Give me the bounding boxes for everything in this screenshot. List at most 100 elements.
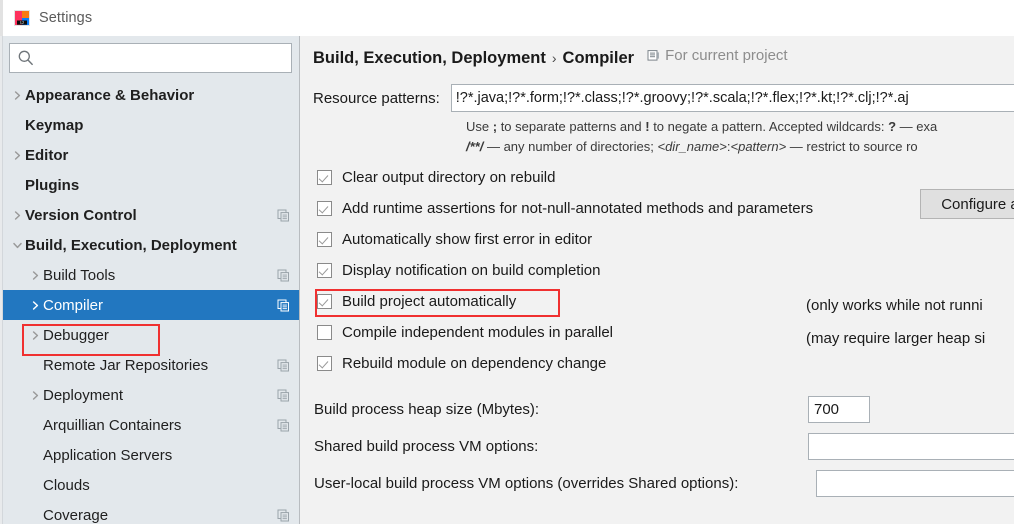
breadcrumb-parent[interactable]: Build, Execution, Deployment [313, 49, 546, 68]
checkbox-row[interactable]: Rebuild module on dependency change [317, 348, 1014, 379]
sidebar-item-label: Application Servers [43, 446, 173, 464]
sidebar-item-coverage[interactable]: Coverage [0, 500, 300, 524]
sidebar-left-edge [0, 36, 3, 524]
hint-dirname: <dir_name> [657, 139, 727, 154]
sidebar-item-clouds[interactable]: Clouds [0, 470, 300, 500]
window-title: Settings [39, 10, 93, 26]
sidebar-item-label: Coverage [43, 506, 109, 524]
configure-annotations-button[interactable]: Configure a [920, 189, 1014, 219]
checkbox-label: Automatically show first error in editor [342, 231, 593, 248]
chevron-right-icon[interactable] [10, 208, 25, 223]
hint-globstar: /**/ [466, 139, 484, 154]
sidebar-item-label: Plugins [25, 176, 80, 194]
chevron-right-icon[interactable] [28, 328, 43, 343]
field-row: Build process heap size (Mbytes): [314, 391, 1014, 428]
chevron-right-icon[interactable] [28, 268, 43, 283]
sidebar-item-label: Build, Execution, Deployment [25, 236, 237, 254]
checkbox-label: Rebuild module on dependency change [342, 355, 607, 372]
sidebar-item-remote-jar-repositories[interactable]: Remote Jar Repositories [0, 350, 300, 380]
chevron-right-icon[interactable] [28, 388, 43, 403]
field-input-userlocal[interactable] [816, 470, 1014, 497]
project-scope-icon [277, 389, 290, 402]
search-box[interactable] [9, 43, 292, 73]
checkbox-label: Display notification on build completion [342, 262, 601, 279]
checkbox-add-runtime-assertions-for-not-null-annotated-methods-and-parameters[interactable] [317, 201, 332, 216]
sidebar-item-label: Keymap [25, 116, 84, 134]
chevron-down-icon[interactable] [10, 238, 25, 253]
resource-patterns-hint-line2: /**/ — any number of directories; <dir_n… [466, 139, 918, 154]
resource-patterns-label: Resource patterns: [313, 89, 440, 107]
checkbox-automatically-show-first-error-in-editor[interactable] [317, 232, 332, 247]
search-icon [16, 48, 36, 68]
sidebar-item-keymap[interactable]: Keymap [0, 110, 300, 140]
resource-patterns-hint-line1: Use ; to separate patterns and ! to nega… [466, 119, 937, 134]
field-input-heap[interactable] [808, 396, 870, 423]
sidebar-item-version-control[interactable]: Version Control [0, 200, 300, 230]
hint-question: ? [888, 119, 897, 134]
checkbox-row[interactable]: Add runtime assertions for not-null-anno… [317, 193, 1014, 224]
search-input[interactable] [36, 50, 280, 66]
tree-arrow-placeholder [10, 178, 25, 193]
chevron-right-icon[interactable] [28, 298, 43, 313]
resource-patterns-input[interactable] [450, 84, 1014, 112]
sidebar-item-editor[interactable]: Editor [0, 140, 300, 170]
checkbox-row[interactable]: Automatically show first error in editor [317, 224, 1014, 255]
hint-text-a: Use [466, 119, 493, 134]
sidebar-item-label: Version Control [25, 206, 137, 224]
project-scope-badge: For current project [647, 47, 788, 64]
sidebar-item-label: Remote Jar Repositories [43, 356, 209, 374]
project-scope-icon [277, 269, 290, 282]
sidebar-item-build-tools[interactable]: Build Tools [0, 260, 300, 290]
sidebar-item-appearance-behavior[interactable]: Appearance & Behavior [0, 80, 300, 110]
sidebar-item-label: Appearance & Behavior [25, 86, 195, 104]
checkbox-label: Build project automatically [342, 293, 517, 310]
sidebar-item-debugger[interactable]: Debugger [0, 320, 300, 350]
sidebar-item-plugins[interactable]: Plugins [0, 170, 300, 200]
title-bar: IJ Settings [0, 0, 1014, 36]
checkbox-row[interactable]: Clear output directory on rebuild [317, 162, 1014, 193]
checkbox-row[interactable]: Display notification on build completion [317, 255, 1014, 286]
chevron-right-icon[interactable] [10, 88, 25, 103]
field-label: User-local build process VM options (ove… [314, 475, 739, 492]
sidebar-item-build-execution-deployment[interactable]: Build, Execution, Deployment [0, 230, 300, 260]
tree-arrow-placeholder [28, 418, 43, 433]
field-input-shared[interactable] [808, 433, 1014, 460]
sidebar-item-deployment[interactable]: Deployment [0, 380, 300, 410]
project-scope-icon [277, 509, 290, 522]
title-bar-edge [0, 0, 3, 36]
settings-tree: Appearance & Behavior Keymap Editor Plugins… [0, 80, 300, 524]
checkbox-display-notification-on-build-completion[interactable] [317, 263, 332, 278]
sidebar-item-label: Editor [25, 146, 69, 164]
sidebar-item-compiler[interactable]: Compiler [0, 290, 300, 320]
checkbox-build-project-automatically[interactable] [317, 294, 332, 309]
project-scope-icon [277, 359, 290, 372]
field-label: Build process heap size (Mbytes): [314, 401, 540, 418]
chevron-right-icon[interactable] [10, 148, 25, 163]
breadcrumb-separator: › [551, 50, 557, 66]
sidebar-item-application-servers[interactable]: Application Servers [0, 440, 300, 470]
hint-text-c: to negate a pattern. Accepted wildcards: [649, 119, 889, 134]
hint2-text-b: — any number of directories; [483, 139, 658, 154]
hint2-text-d: — restrict to source ro [786, 139, 918, 154]
intellij-idea-logo-icon: IJ [14, 10, 30, 26]
breadcrumb-current: Compiler [562, 49, 635, 67]
sidebar-item-label: Debugger [43, 326, 109, 344]
checkbox-clear-output-directory-on-rebuild[interactable] [317, 170, 332, 185]
project-scope-label: For current project [665, 47, 788, 64]
checkbox-compile-independent-modules-in-parallel[interactable] [317, 325, 332, 340]
hint-text-b: to separate patterns and [497, 119, 646, 134]
sidebar-item-label: Clouds [43, 476, 90, 494]
parallel-compile-note: (may require larger heap si [806, 330, 986, 347]
field-label: Shared build process VM options: [314, 438, 539, 455]
tree-arrow-placeholder [28, 508, 43, 523]
svg-text:IJ: IJ [20, 20, 23, 25]
sidebar-item-arquillian-containers[interactable]: Arquillian Containers [0, 410, 300, 440]
checkbox-label: Compile independent modules in parallel [342, 324, 614, 341]
checkbox-rebuild-module-on-dependency-change[interactable] [317, 356, 332, 371]
sidebar-item-label: Build Tools [43, 266, 116, 284]
checkbox-label: Add runtime assertions for not-null-anno… [342, 200, 814, 217]
breadcrumb: Build, Execution, Deployment › Compiler … [313, 47, 788, 68]
project-scope-icon [647, 49, 660, 62]
field-row: Shared build process VM options: [314, 428, 1014, 465]
sidebar-item-label: Arquillian Containers [43, 416, 182, 434]
